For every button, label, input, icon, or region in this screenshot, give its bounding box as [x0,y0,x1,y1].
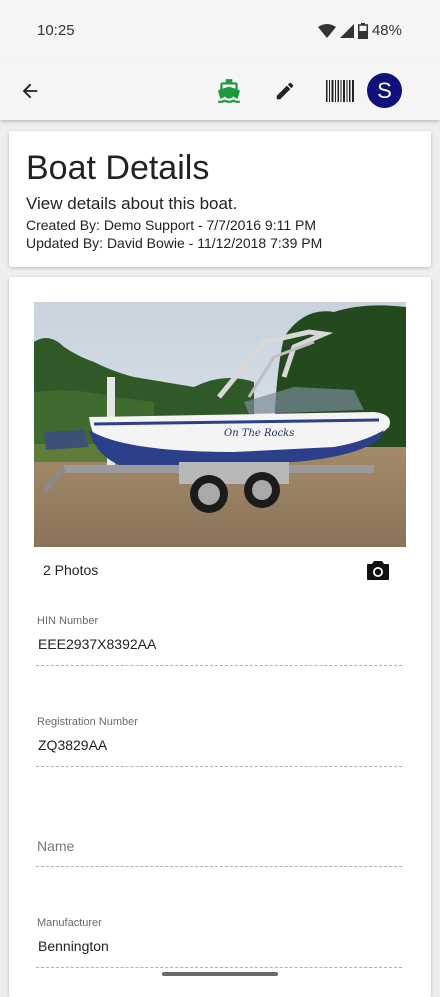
registration-number-field[interactable]: Registration Number ZQ3829AA [36,716,402,767]
back-button[interactable] [13,74,47,108]
status-time: 10:25 [37,22,75,39]
back-arrow-icon [22,83,38,99]
status-indicators: 48% [317,22,402,39]
barcode-button[interactable] [323,74,357,108]
created-by-text: Created By: Demo Support - 7/7/2016 9:11… [26,217,317,233]
registration-number-value: ZQ3829AA [38,737,108,753]
manufacturer-value: Bennington [38,938,109,954]
boat-hull-lettering: On The Rocks [224,428,294,439]
add-photo-button[interactable] [365,557,391,583]
camera-icon [367,561,389,580]
boat-icon [218,79,240,103]
avatar-letter: S [377,77,392,103]
header-card: Boat Details View details about this boa… [9,131,431,267]
boat-photo-image: On The Rocks [34,302,406,547]
pencil-icon [276,82,294,100]
gesture-nav-handle[interactable] [162,972,278,976]
manufacturer-field[interactable]: Manufacturer Bennington [36,917,402,968]
updated-by-text: Updated By: David Bowie - 11/12/2018 7:3… [26,235,323,251]
manufacturer-label: Manufacturer [37,917,102,929]
user-avatar[interactable]: S [367,73,402,108]
name-placeholder: Name [37,838,75,854]
photo-count[interactable]: 2 Photos [43,562,98,578]
cell-signal-icon [339,23,354,38]
edit-button[interactable] [268,74,302,108]
status-bar: 10:25 48% [0,0,440,62]
boat-detail-card: On The Rocks 2 Photos HIN Number EEE2937… [9,277,431,997]
page-title: Boat Details [26,149,210,187]
battery-percent: 48% [371,22,402,39]
hin-number-value: EEE2937X8392AA [38,636,157,652]
boat-button[interactable] [212,74,246,108]
wifi-icon [317,23,336,38]
battery-icon [357,22,368,39]
name-field[interactable]: Name [36,816,402,867]
hin-number-field[interactable]: HIN Number EEE2937X8392AA [36,615,402,666]
registration-number-label: Registration Number [37,716,138,728]
boat-photo[interactable]: On The Rocks [34,302,406,547]
barcode-icon [326,80,354,102]
hin-number-label: HIN Number [37,615,99,627]
page-subtitle: View details about this boat. [26,194,238,213]
